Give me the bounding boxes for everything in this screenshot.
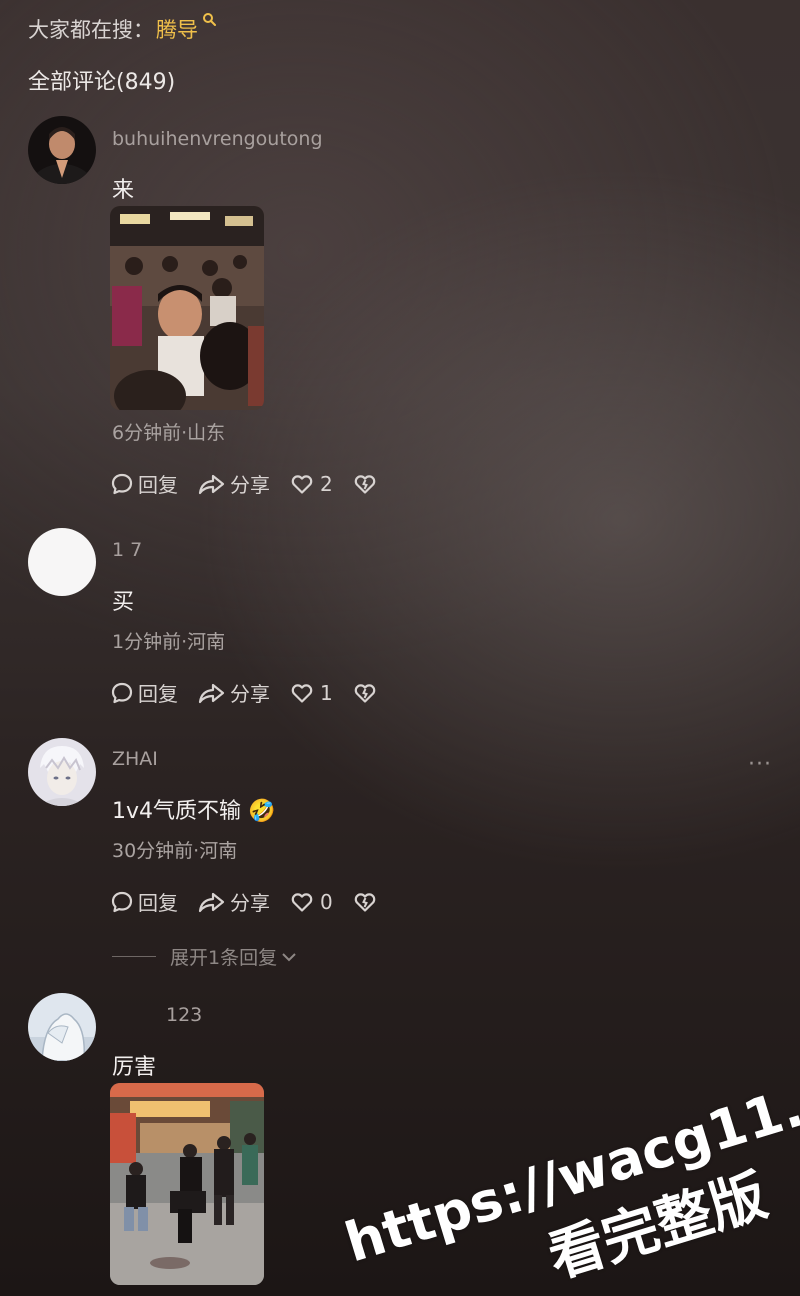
like-button[interactable]: 0 <box>290 890 333 914</box>
reply-label: 回复 <box>138 473 178 497</box>
comment-text: 买 <box>112 590 135 615</box>
watermark-text: 看完整版 <box>541 1163 775 1291</box>
search-icon <box>202 12 216 30</box>
like-count: 2 <box>320 471 333 496</box>
avatar[interactable] <box>28 738 96 806</box>
share-button[interactable]: 分享 <box>198 887 270 916</box>
dislike-button[interactable] <box>353 890 381 914</box>
comment-meta: 1分钟前·河南 <box>112 631 226 653</box>
dislike-button[interactable] <box>353 472 381 496</box>
search-suggestion[interactable]: 大家都在搜： 腾导 <box>28 12 216 44</box>
dislike-button[interactable] <box>353 681 381 705</box>
comment-meta: 30分钟前·河南 <box>112 840 238 862</box>
avatar[interactable] <box>28 528 96 596</box>
comments-count-title: 全部评论(849) <box>28 70 176 95</box>
comments-page: 大家都在搜： 腾导 全部评论(849) buhuihenvrengoutong … <box>0 0 800 1296</box>
comment-username[interactable]: buhuihenvrengoutong <box>112 128 323 150</box>
share-arrow-icon <box>198 683 225 703</box>
search-prefix: 大家都在搜： <box>28 18 154 42</box>
share-arrow-icon <box>198 892 225 912</box>
like-button[interactable]: 1 <box>290 681 333 705</box>
speech-bubble-icon <box>111 682 133 703</box>
broken-heart-icon <box>354 683 376 703</box>
heart-icon <box>291 892 313 912</box>
more-options-button[interactable]: ··· <box>748 752 772 777</box>
speech-bubble-icon <box>111 891 133 912</box>
heart-icon <box>291 474 313 494</box>
comment-text: 厉害 <box>112 1055 157 1080</box>
comment-text: 来 <box>112 178 135 203</box>
share-button[interactable]: 分享 <box>198 469 270 498</box>
search-term-link[interactable]: 腾导 <box>156 14 198 44</box>
reply-label: 回复 <box>138 682 178 706</box>
comment-username[interactable]: ZHAI <box>112 748 158 770</box>
reply-label: 回复 <box>138 891 178 915</box>
like-button[interactable]: 2 <box>290 472 333 496</box>
reply-button[interactable]: 回复 <box>110 678 178 707</box>
avatar[interactable] <box>28 116 96 184</box>
share-button[interactable]: 分享 <box>198 678 270 707</box>
broken-heart-icon <box>354 892 376 912</box>
reply-button[interactable]: 回复 <box>110 887 178 916</box>
comment-image[interactable] <box>110 206 264 410</box>
share-label: 分享 <box>230 682 270 706</box>
comment-text: 1v4气质不输 🤣 <box>112 799 276 824</box>
comment-image[interactable] <box>110 1083 264 1285</box>
share-label: 分享 <box>230 473 270 497</box>
reply-button[interactable]: 回复 <box>110 469 178 498</box>
chevron-down-icon <box>282 952 296 961</box>
expand-replies-label: 展开1条回复 <box>170 947 278 969</box>
heart-icon <box>291 683 313 703</box>
comment-actions: 回复 分享 0 <box>110 887 401 916</box>
avatar[interactable] <box>28 993 96 1061</box>
divider <box>112 956 156 957</box>
comment-meta: 6分钟前·山东 <box>112 422 226 444</box>
like-count: 1 <box>320 680 333 705</box>
watermark-url: https://wacg11.com <box>338 1038 800 1275</box>
speech-bubble-icon <box>111 473 133 494</box>
comment-username[interactable]: 1 7 <box>112 539 142 561</box>
like-count: 0 <box>320 889 333 914</box>
comment-actions: 回复 分享 2 <box>110 469 401 498</box>
comment-username[interactable]: 123 <box>166 1004 202 1026</box>
comment-actions: 回复 分享 1 <box>110 678 401 707</box>
watermark: https://wacg11.com 看完整版 <box>300 938 800 1296</box>
share-label: 分享 <box>230 891 270 915</box>
share-arrow-icon <box>198 474 225 494</box>
expand-replies-button[interactable]: 展开1条回复 <box>112 943 299 970</box>
broken-heart-icon <box>354 474 376 494</box>
